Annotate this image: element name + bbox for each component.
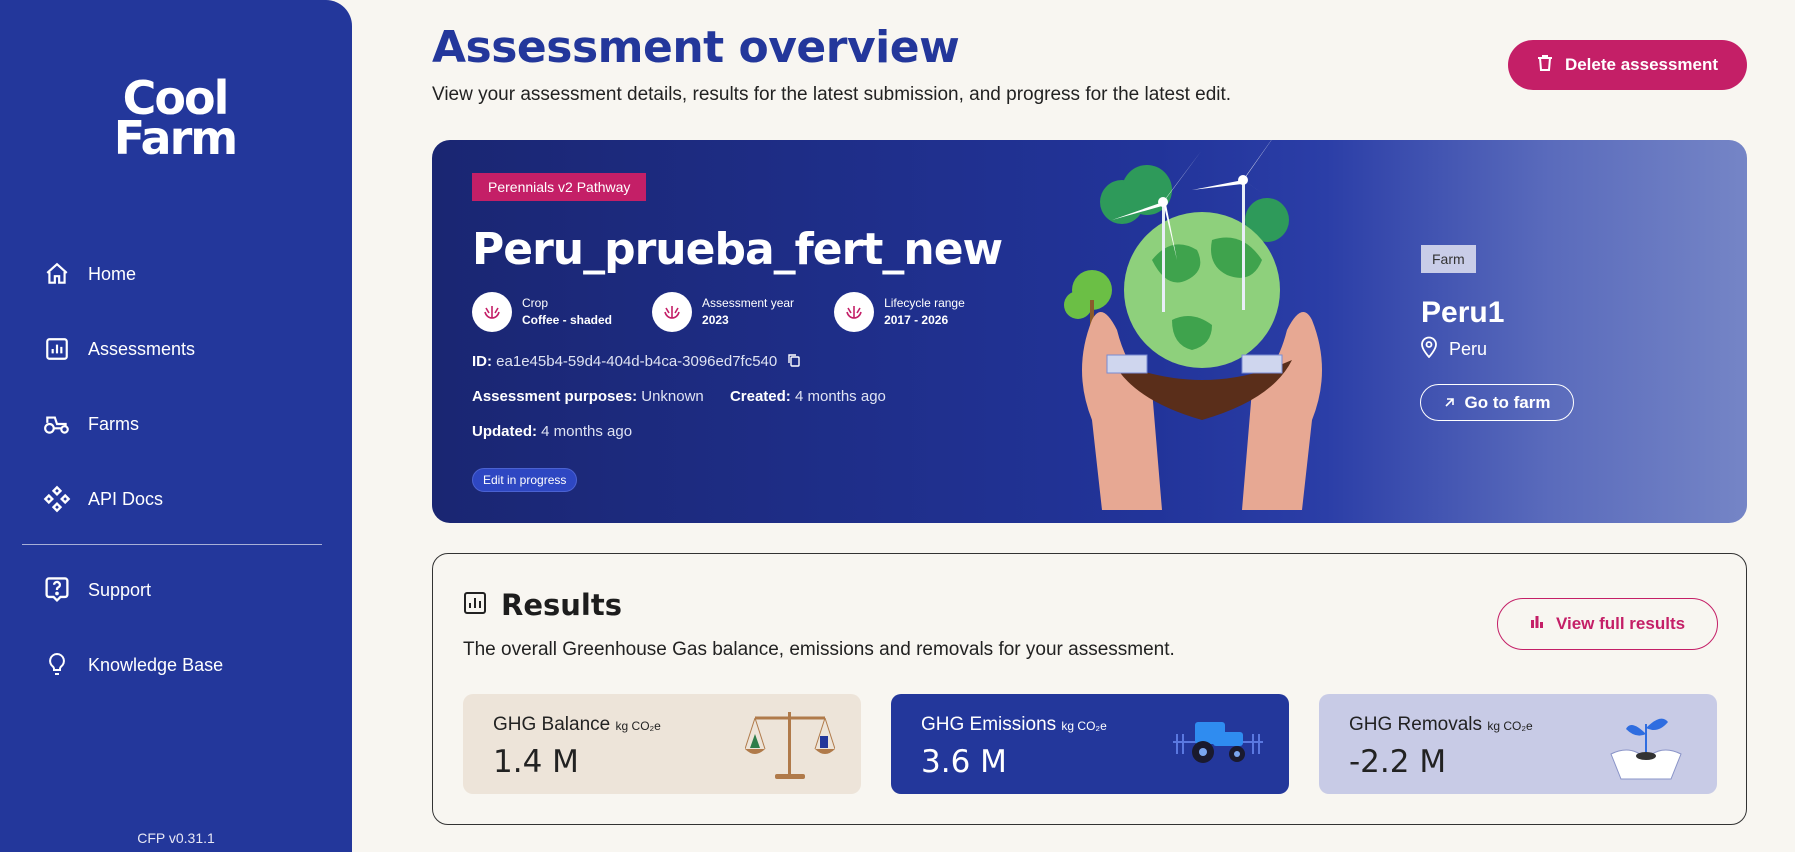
- crop-icon: [472, 292, 512, 332]
- go-to-farm-button[interactable]: Go to farm: [1420, 384, 1574, 421]
- lifecycle-label: Lifecycle range: [884, 296, 965, 310]
- ghg-emissions-label: GHG Emissions kg CO₂e: [921, 714, 1107, 735]
- results-title: Results: [501, 588, 622, 622]
- ghg-balance-label: GHG Balance kg CO₂e: [493, 714, 661, 735]
- results-subtitle: The overall Greenhouse Gas balance, emis…: [463, 639, 1175, 660]
- id-label: ID:: [472, 353, 492, 370]
- delete-assessment-button[interactable]: Delete assessment: [1508, 40, 1747, 90]
- sidebar-divider: [22, 544, 322, 545]
- assessment-updated-row: Updated: 4 months ago: [472, 423, 632, 440]
- pathway-tag: Perennials v2 Pathway: [472, 173, 647, 201]
- page-subtitle: View your assessment details, results fo…: [432, 84, 1232, 105]
- earth-hands-illustration: [1064, 140, 1322, 510]
- arrow-up-right-icon: [1444, 393, 1455, 413]
- unit-label: kg CO₂e: [615, 719, 661, 733]
- go-to-farm-label: Go to farm: [1464, 392, 1551, 412]
- purposes-value: Unknown: [641, 388, 704, 405]
- ghg-emissions-value: 3.6 M: [921, 744, 1007, 780]
- sidebar-item-api-docs[interactable]: API Docs: [42, 481, 163, 517]
- help-icon: [42, 575, 72, 605]
- app-version: CFP v0.31.1: [137, 830, 215, 846]
- sidebar-item-home[interactable]: Home: [42, 256, 136, 292]
- ghg-removals-card: GHG Removals kg CO₂e -2.2 M: [1319, 694, 1717, 794]
- sidebar-item-label: Home: [88, 263, 137, 284]
- tractor-icon: [42, 409, 72, 439]
- tractor-icon: [1173, 722, 1263, 763]
- view-full-results-button[interactable]: View full results: [1497, 598, 1718, 650]
- meta-year: Assessment year 2023: [652, 292, 794, 332]
- crop-label: Crop: [522, 296, 549, 310]
- lightbulb-icon: [42, 650, 72, 680]
- meta-lifecycle: Lifecycle range 2017 - 2026: [834, 292, 965, 332]
- meta-crop: Crop Coffee - shaded: [472, 292, 612, 332]
- sidebar-item-support[interactable]: Support: [42, 572, 151, 608]
- lifecycle-value: 2017 - 2026: [884, 313, 949, 327]
- bar-chart-icon: [1530, 614, 1544, 634]
- sidebar-item-knowledge-base[interactable]: Knowledge Base: [42, 647, 223, 683]
- assessment-hero-card: Perennials v2 Pathway Peru_prueba_fert_n…: [432, 140, 1747, 523]
- ghg-removals-label: GHG Removals kg CO₂e: [1349, 714, 1533, 735]
- farm-location: Peru: [1421, 336, 1487, 363]
- crop-value: Coffee - shaded: [522, 313, 613, 327]
- unit-label: kg CO₂e: [1061, 719, 1107, 733]
- trash-icon: [1537, 54, 1553, 77]
- farm-tag: Farm: [1421, 245, 1476, 273]
- api-icon: [42, 484, 72, 514]
- home-icon: [42, 259, 72, 289]
- page-title: Assessment overview: [432, 22, 960, 73]
- sidebar: Cool Farm Home Assessments Farms API Doc…: [0, 0, 352, 852]
- sidebar-item-label: Farms: [88, 413, 139, 434]
- sidebar-item-label: Assessments: [88, 338, 196, 359]
- delete-assessment-label: Delete assessment: [1564, 55, 1719, 74]
- crop-icon: [652, 292, 693, 332]
- ghg-emissions-card: GHG Emissions kg CO₂e 3.6 M: [891, 694, 1289, 794]
- farm-country: Peru: [1449, 339, 1488, 359]
- seedling-hands-icon: [1610, 718, 1682, 780]
- sidebar-item-label: Support: [88, 579, 152, 600]
- id-value: ea1e45b4-59d4-404d-b4ca-3096ed7fc540: [496, 353, 778, 370]
- assessment-id-row: ID: ea1e45b4-59d4-404d-b4ca-3096ed7fc540: [472, 353, 801, 371]
- sidebar-item-label: API Docs: [88, 488, 164, 509]
- created-value: 4 months ago: [794, 388, 886, 405]
- crop-icon: [834, 292, 875, 332]
- sidebar-item-label: Knowledge Base: [88, 654, 224, 675]
- unit-label: kg CO₂e: [1487, 719, 1533, 733]
- year-value: 2023: [702, 313, 729, 327]
- purposes-label: Assessment purposes:: [472, 388, 638, 405]
- updated-label: Updated:: [472, 423, 537, 440]
- assessment-purposes-row: Assessment purposes: Unknown Created: 4 …: [472, 388, 886, 405]
- copy-icon[interactable]: [787, 353, 801, 371]
- results-heading: Results: [463, 588, 622, 622]
- ghg-balance-card: GHG Balance kg CO₂e 1.4 M: [463, 694, 861, 794]
- sidebar-item-assessments[interactable]: Assessments: [42, 331, 195, 367]
- assessment-name: Peru_prueba_fert_new: [472, 224, 1003, 275]
- results-panel: Results The overall Greenhouse Gas balan…: [432, 553, 1747, 825]
- location-pin-icon: [1421, 336, 1437, 363]
- status-badge: Edit in progress: [472, 468, 578, 492]
- assessment-meta: Crop Coffee - shaded Assessment year 202…: [472, 292, 1005, 332]
- year-label: Assessment year: [702, 296, 795, 310]
- chart-icon: [42, 334, 72, 364]
- scales-icon: [745, 712, 835, 779]
- ghg-removals-value: -2.2 M: [1349, 744, 1447, 780]
- sidebar-item-farms[interactable]: Farms: [42, 406, 139, 442]
- view-full-results-label: View full results: [1555, 614, 1686, 633]
- cool-farm-logo[interactable]: Cool Farm: [110, 75, 240, 161]
- created-label: Created:: [729, 388, 791, 405]
- ghg-balance-value: 1.4 M: [493, 744, 579, 780]
- farm-name: Peru1: [1421, 296, 1505, 329]
- updated-value: 4 months ago: [541, 423, 633, 440]
- chart-icon: [463, 588, 487, 622]
